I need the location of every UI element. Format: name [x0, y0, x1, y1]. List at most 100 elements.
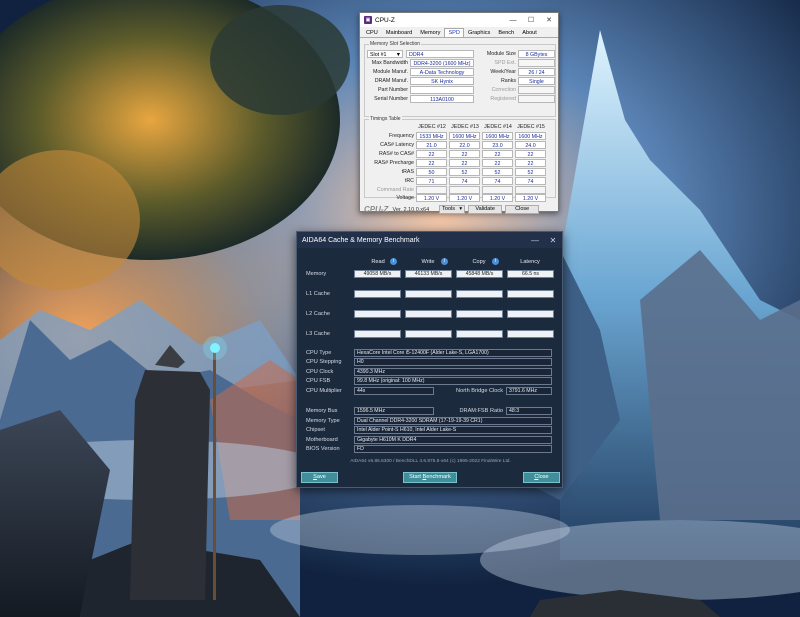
aida-close-button[interactable]: Close	[523, 472, 560, 483]
info-icon[interactable]: i	[390, 258, 397, 265]
motherboard-label: Motherboard	[306, 437, 338, 443]
validate-button[interactable]: Validate	[468, 205, 503, 214]
cpuz-titlebar[interactable]: ▣ CPU-Z — ☐ ✕	[360, 13, 558, 27]
tab-spd[interactable]: SPD	[444, 28, 464, 37]
l1-write-value	[405, 290, 452, 298]
max-bandwidth-label: Max Bandwidth	[371, 60, 408, 66]
timing-value: 22	[416, 159, 447, 167]
memory-bus-label: Memory Bus	[306, 408, 338, 414]
bench-row-label: L1 Cache	[306, 291, 330, 297]
cpuz-close-button[interactable]: Close	[505, 205, 540, 214]
cpu-stepping-label: CPU Stepping	[306, 359, 342, 365]
chipset-label: Chipset	[306, 427, 325, 433]
dram-fsb-ratio-value: 48:3	[506, 407, 552, 415]
timing-value: 1.20 V	[515, 194, 546, 202]
module-size-label: Module Size	[486, 51, 516, 57]
tools-button-label: Tools	[442, 206, 455, 212]
tab-cpu[interactable]: CPU	[362, 28, 382, 37]
info-icon[interactable]: i	[441, 258, 448, 265]
start-label-rest: enchmark	[426, 474, 451, 480]
aida-title: AIDA64 Cache & Memory Benchmark	[302, 236, 420, 244]
timing-value: 74	[482, 177, 513, 185]
memory-type-value: DDR4	[406, 50, 474, 58]
timing-value: 1.20 V	[449, 194, 480, 202]
dram-manuf-label: DRAM Manuf.	[374, 78, 408, 84]
week-year-value: 26 / 24	[518, 68, 555, 76]
timing-value: 22.0	[449, 141, 480, 149]
part-number-label: Part Number	[377, 87, 408, 93]
save-label: ave	[316, 474, 326, 480]
cpuz-brand-logo: CPU-Z	[364, 205, 389, 214]
timing-value: 1600 MHz	[449, 132, 480, 140]
tab-graphics[interactable]: Graphics	[464, 28, 494, 37]
bios-version-value: FD	[354, 445, 552, 453]
cpu-fsb-value: 99.8 MHz (original: 100 MHz)	[354, 377, 552, 385]
tab-mainboard[interactable]: Mainboard	[382, 28, 416, 37]
cpu-type-label: CPU Type	[306, 350, 332, 356]
nb-clock-value: 3791.6 MHz	[506, 387, 552, 395]
module-size-value: 8 GBytes	[518, 50, 555, 58]
minimize-button[interactable]: —	[526, 236, 544, 245]
slot-select[interactable]: Slot #1 ▼	[367, 50, 403, 58]
tab-about[interactable]: About	[518, 28, 541, 37]
l1-read-value	[354, 290, 401, 298]
timings-col-header: JEDEC #13	[451, 124, 479, 130]
nb-clock-label: North Bridge Clock	[456, 388, 503, 394]
chevron-down-icon: ▼	[395, 52, 401, 58]
minimize-button[interactable]: —	[504, 17, 522, 24]
l3-read-value	[354, 330, 401, 338]
l1-copy-value	[456, 290, 503, 298]
maximize-button[interactable]: ☐	[522, 16, 540, 24]
cpu-multiplier-value: 44x	[354, 387, 434, 395]
tools-button[interactable]: Tools ▾	[439, 205, 466, 214]
save-button[interactable]: Save	[301, 472, 338, 483]
l3-latency-value	[507, 330, 554, 338]
tab-bench[interactable]: Bench	[494, 28, 518, 37]
bench-row-label: L3 Cache	[306, 331, 330, 337]
tab-memory[interactable]: Memory	[416, 28, 444, 37]
ranks-label: Ranks	[500, 78, 516, 84]
timing-value	[482, 186, 513, 194]
start-benchmark-button[interactable]: Start Benchmark	[403, 472, 457, 483]
serial-number-label: Serial Number	[374, 96, 408, 102]
memory-type-label: Memory Type	[306, 418, 340, 424]
week-year-label: Week/Year	[490, 69, 516, 75]
slot-select-value: Slot #1	[370, 52, 387, 58]
memory-slot-group-label: Memory Slot Selection	[369, 41, 422, 47]
timing-value: 22	[482, 150, 513, 158]
timings-table-label: Timings Table	[369, 116, 402, 122]
aida-copyright: AIDA64 v6.85.6300 / BenchDLL 4.6.875.8-x…	[350, 459, 511, 464]
timing-value: 24.0	[515, 141, 546, 149]
ranks-value: Single	[518, 77, 555, 85]
memory-read-value: 49058 MB/s	[354, 270, 401, 278]
timing-row-label: RAS# Precharge	[374, 160, 414, 166]
memory-type-value: Dual Channel DDR4-3200 SDRAM (17-19-19-3…	[354, 417, 552, 425]
timing-value: 1533 MHz	[416, 132, 447, 140]
timing-row-label: RAS# to CAS#	[378, 151, 414, 157]
max-bandwidth-value: DDR4-3200 (1600 MHz)	[410, 59, 474, 67]
timing-value: 23.0	[482, 141, 513, 149]
timing-row-label: tRAS	[401, 169, 414, 175]
aida-titlebar[interactable]: AIDA64 Cache & Memory Benchmark — ✕	[297, 232, 562, 248]
timing-value: 52	[515, 168, 546, 176]
timing-value: 74	[515, 177, 546, 185]
timing-value: 22	[482, 159, 513, 167]
cpu-clock-value: 4390.3 MHz	[354, 368, 552, 376]
timing-row-label: Command Rate	[376, 187, 414, 193]
timing-value: 22	[515, 150, 546, 158]
motherboard-value: Gigabyte H610M K DDR4	[354, 436, 552, 444]
spd-ext-value	[518, 59, 555, 67]
l2-latency-value	[507, 310, 554, 318]
memory-latency-value: 66.5 ns	[507, 270, 554, 278]
cpuz-footer: CPU-Z Ver. 2.10.0.x64 Tools ▾ Validate C…	[360, 203, 560, 216]
close-button[interactable]: ✕	[544, 236, 562, 245]
part-number-value	[410, 86, 474, 94]
timing-value: 21.0	[416, 141, 447, 149]
timing-row-label: Frequency	[388, 133, 414, 139]
module-manuf-value: A-Data Technology	[410, 68, 474, 76]
info-icon[interactable]: i	[492, 258, 499, 265]
cpu-stepping-value: H0	[354, 358, 552, 366]
close-button[interactable]: ✕	[540, 16, 558, 24]
bench-row-label: L2 Cache	[306, 311, 330, 317]
timing-value: 1600 MHz	[482, 132, 513, 140]
